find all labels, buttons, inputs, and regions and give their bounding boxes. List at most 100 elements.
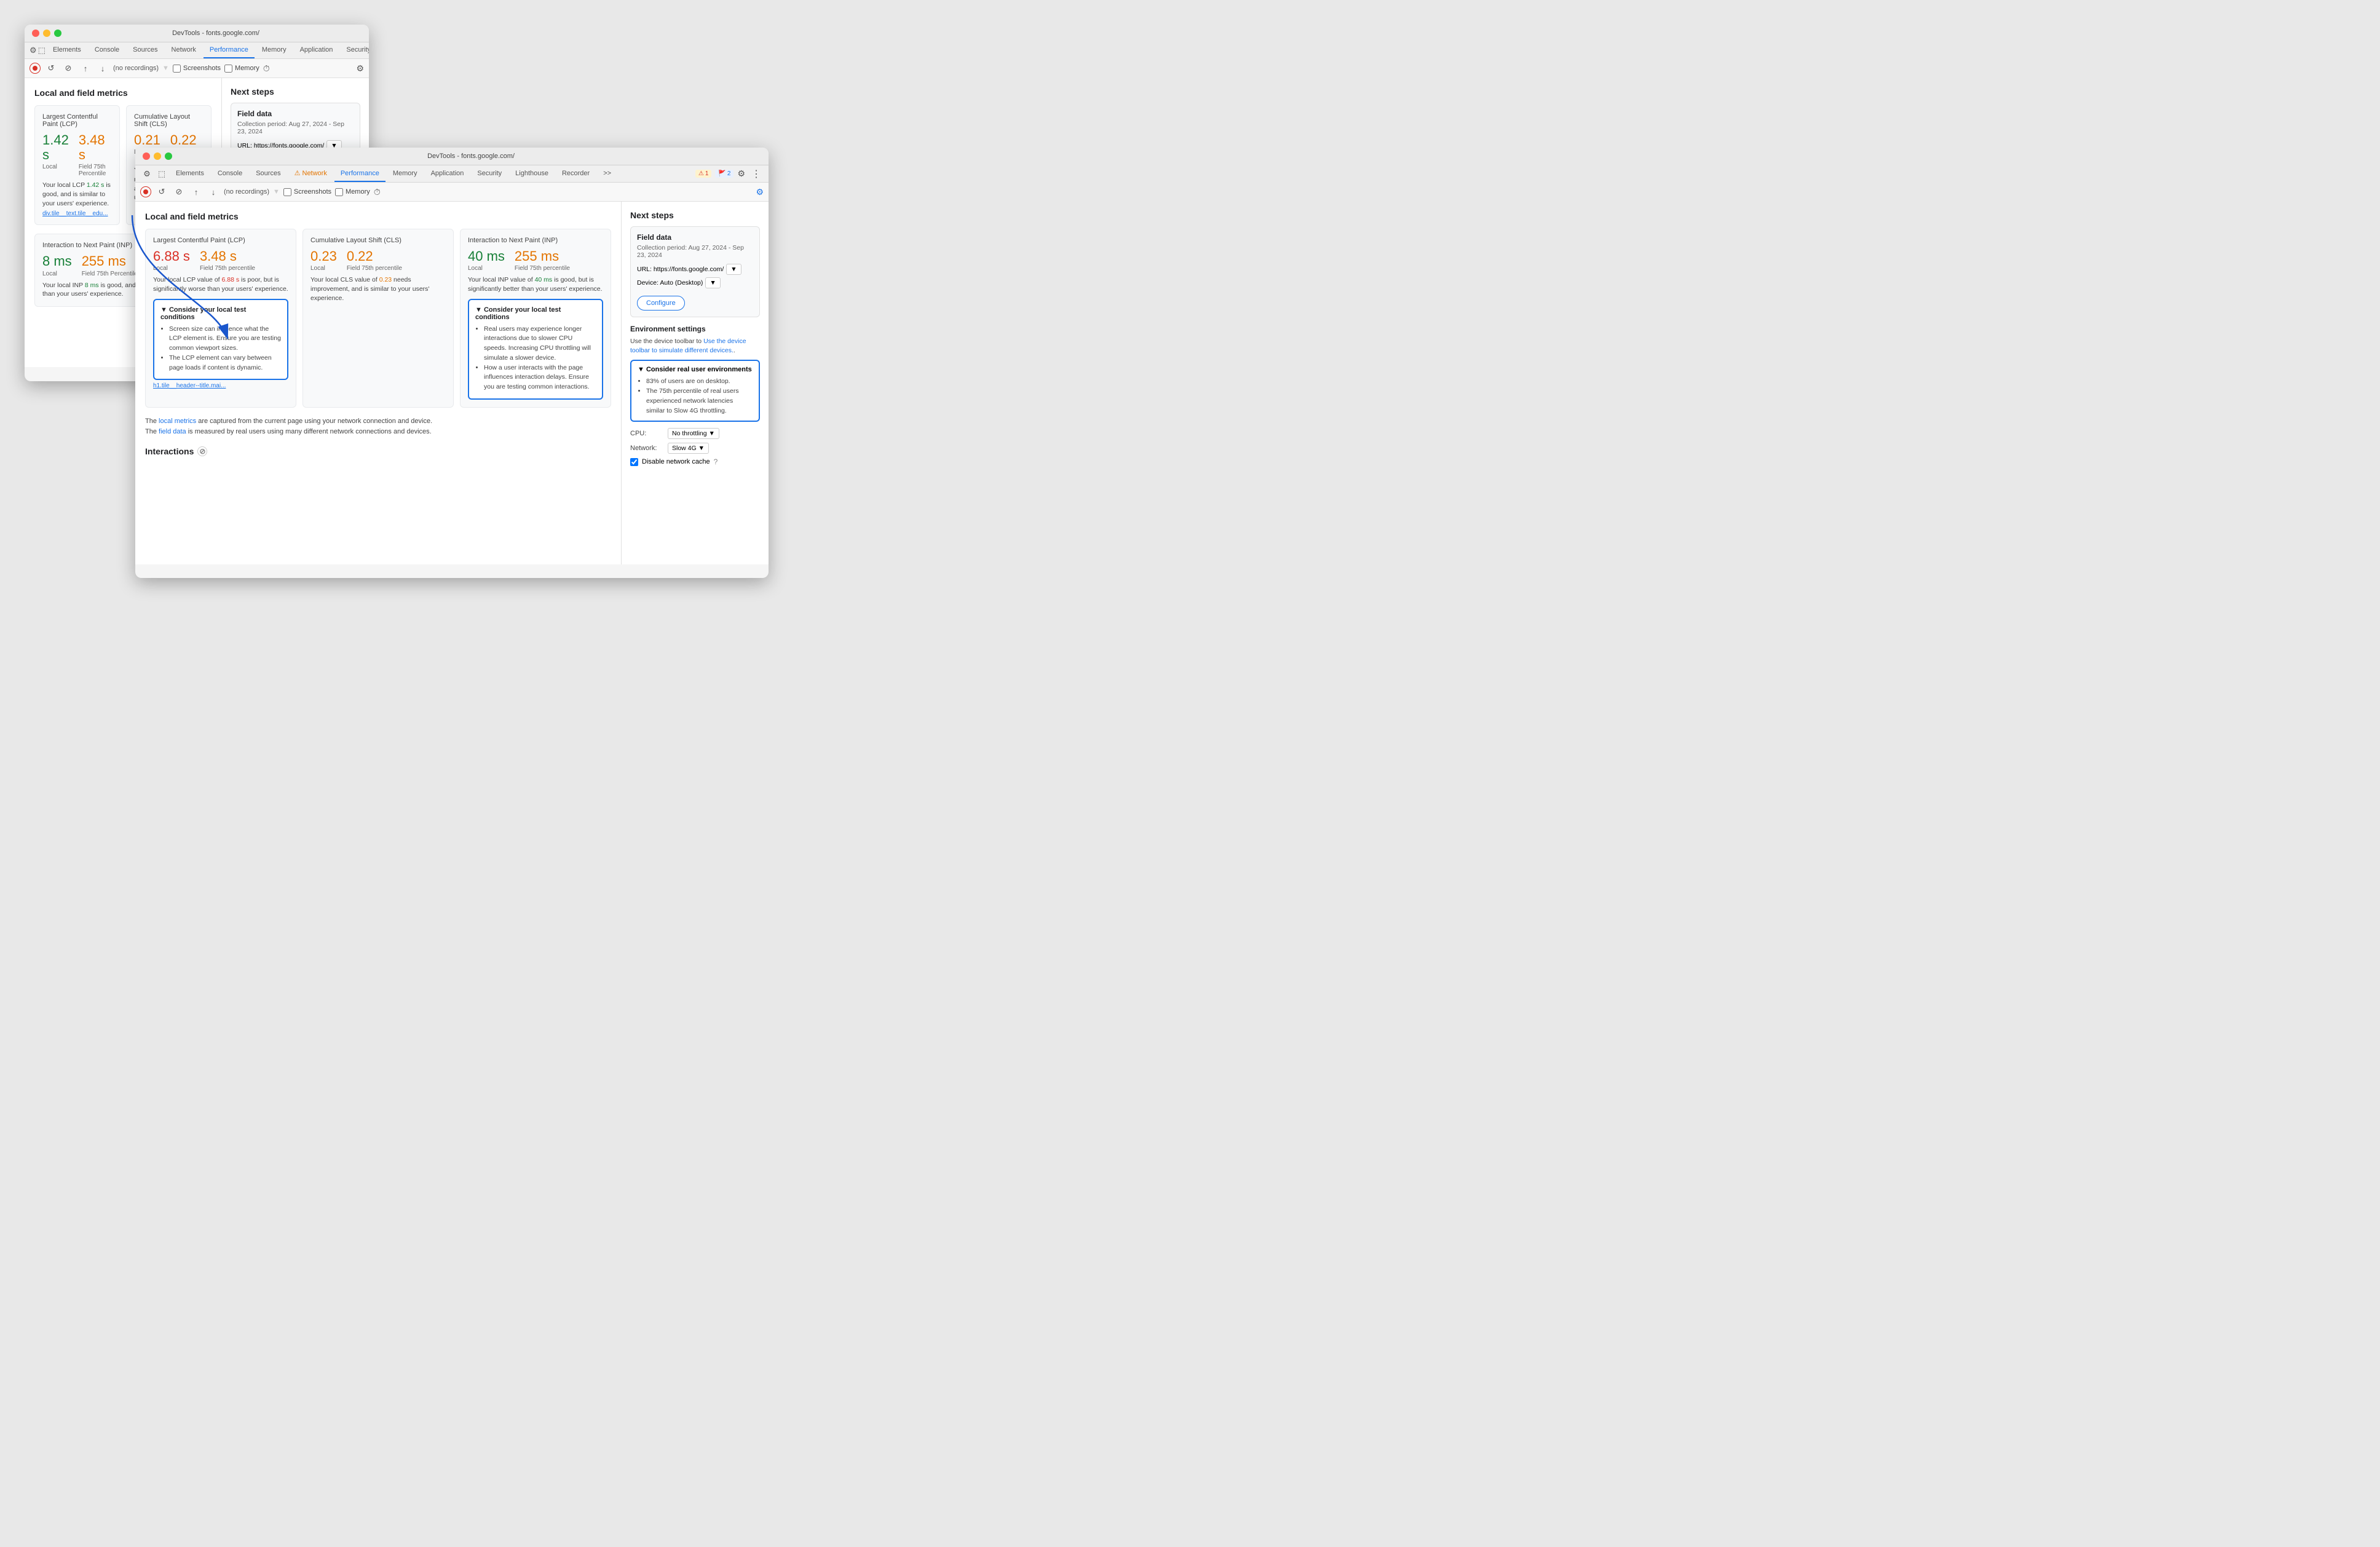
field-data-url-2: URL: https://fonts.google.com/ ▼ (637, 264, 753, 275)
info-badge-2: 🚩 2 (715, 170, 733, 178)
devtools-icon[interactable]: ⚙ (30, 44, 37, 57)
inspect-icon[interactable]: ⬚ (38, 44, 45, 57)
tab-more-2[interactable]: >> (597, 166, 617, 182)
minimize-button[interactable] (43, 30, 50, 37)
inp-condition-2: How a user interacts with the page influ… (484, 363, 596, 392)
inspect-icon-2[interactable]: ⬚ (155, 167, 168, 181)
simulate-devices-link[interactable]: Use the device toolbar to simulate diffe… (630, 338, 746, 354)
consider-real-title: ▼ Consider real user environments (638, 366, 753, 373)
lcp-desc-2: Your local LCP value of 6.88 s is poor, … (153, 275, 288, 293)
window-title-1: DevTools - fonts.google.com/ (70, 30, 362, 37)
field-data-period-1: Collection period: Aug 27, 2024 - Sep 23… (237, 121, 354, 135)
tab-lighthouse-2[interactable]: Lighthouse (509, 166, 555, 182)
tab-application-2[interactable]: Application (425, 166, 470, 182)
lcp-desc-1: Your local LCP 1.42 s is good, and is si… (42, 181, 112, 208)
tab-security-2[interactable]: Security (471, 166, 508, 182)
network-row: Network: Slow 4G ▼ (630, 443, 760, 454)
screenshots-checkbox-2[interactable]: Screenshots (283, 188, 331, 196)
tab-sources-2[interactable]: Sources (250, 166, 287, 182)
inp-conditions-title-2: ▼ Consider your local test conditions (475, 306, 596, 321)
no-recordings-1: (no recordings) (113, 65, 159, 72)
interactions-info-icon: ⊘ (197, 446, 207, 456)
tab-memory-1[interactable]: Memory (256, 42, 293, 58)
tab-elements-2[interactable]: Elements (170, 166, 210, 182)
clock-icon-2: ⏱ (374, 187, 381, 197)
traffic-lights-2 (143, 152, 172, 160)
lcp-field-label-2: Field 75th percentile (200, 265, 255, 272)
maximize-button[interactable] (54, 30, 61, 37)
inp-local-label-1: Local (42, 271, 72, 277)
local-metrics-link[interactable]: local metrics (159, 417, 196, 425)
cls-local-2: 0.23 Local (310, 249, 337, 272)
screenshots-checkbox-1[interactable]: Screenshots (173, 65, 221, 73)
download-button-1[interactable]: ↓ (96, 61, 109, 75)
tab-performance-2[interactable]: Performance (334, 166, 385, 182)
tab-recorder-2[interactable]: Recorder (556, 166, 596, 182)
cpu-label: CPU: (630, 430, 664, 437)
inp-title-2: Interaction to Next Paint (INP) (468, 237, 603, 244)
disable-cache-info-icon[interactable]: ? (714, 457, 718, 466)
tab-performance-1[interactable]: Performance (204, 42, 255, 58)
lcp-title-2: Largest Contentful Paint (LCP) (153, 237, 288, 244)
device-dropdown-2[interactable]: ▼ (705, 277, 720, 288)
tab-sources-1[interactable]: Sources (127, 42, 164, 58)
tab-console-2[interactable]: Console (212, 166, 248, 182)
close-button-2[interactable] (143, 152, 150, 160)
cls-field-val-2: 0.22 (347, 249, 402, 264)
consider-real-item-1: 83% of users are on desktop. (646, 377, 753, 387)
upload-button-1[interactable]: ↑ (79, 61, 92, 75)
field-data-device-2: Device: Auto (Desktop) ▼ (637, 277, 753, 288)
consider-real-item-2: The 75th percentile of real users experi… (646, 387, 753, 416)
cls-values-2: 0.23 Local 0.22 Field 75th percentile (310, 249, 446, 272)
section-title-2: Local and field metrics (145, 212, 611, 221)
inp-field-1: 255 ms Field 75th Percentile (82, 254, 138, 277)
field-data-link[interactable]: field data (159, 428, 186, 435)
tabs-bar-1: ⚙ ⬚ Elements Console Sources Network Per… (25, 42, 369, 59)
minimize-button-2[interactable] (154, 152, 161, 160)
download-button-2[interactable]: ↓ (207, 185, 220, 199)
main-content-2: Local and field metrics Largest Contentf… (135, 202, 769, 564)
devtools-icon-2[interactable]: ⚙ (140, 167, 154, 181)
more-menu-2[interactable]: ⋮ (749, 168, 764, 180)
tab-network-2[interactable]: ⚠ Network (288, 165, 333, 182)
network-dropdown[interactable]: Slow 4G ▼ (668, 443, 709, 454)
inp-local-val-1: 8 ms (42, 254, 72, 269)
record-button-1[interactable] (30, 63, 41, 74)
settings-icon-2[interactable]: ⚙ (737, 168, 745, 179)
inp-desc-2: Your local INP value of 40 ms is good, b… (468, 275, 603, 293)
inp-field-val-1: 255 ms (82, 254, 138, 269)
tab-application-1[interactable]: Application (294, 42, 339, 58)
tab-elements-1[interactable]: Elements (47, 42, 87, 58)
inp-local-2: 40 ms Local (468, 249, 505, 272)
settings-record-1[interactable]: ⚙ (356, 63, 364, 73)
tab-security-1[interactable]: Security (340, 42, 369, 58)
close-button[interactable] (32, 30, 39, 37)
disable-cache-checkbox[interactable] (630, 458, 638, 466)
url-dropdown-2[interactable]: ▼ (726, 264, 741, 275)
lcp-condition-2: The LCP element can vary between page lo… (169, 354, 281, 373)
clear-button-1[interactable]: ⊘ (61, 61, 75, 75)
cls-local-label-2: Local (310, 265, 337, 272)
tab-memory-2[interactable]: Memory (387, 166, 424, 182)
maximize-button-2[interactable] (165, 152, 172, 160)
lcp-local-val-2: 6.88 s (153, 249, 190, 264)
lcp-element-1[interactable]: div.tile__text.tile__edu... (42, 210, 112, 217)
footer-text-2: The local metrics are captured from the … (145, 416, 611, 438)
cpu-dropdown[interactable]: No throttling ▼ (668, 428, 719, 439)
reload-button-2[interactable]: ↺ (155, 185, 168, 199)
settings-record-2[interactable]: ⚙ (756, 187, 764, 197)
configure-button-2[interactable]: Configure (637, 296, 685, 311)
tabs-bar-2: ⚙ ⬚ Elements Console Sources ⚠ Network P… (135, 165, 769, 183)
lcp-conditions-title-2: ▼ Consider your local test conditions (160, 306, 281, 321)
memory-checkbox-1[interactable]: Memory (224, 65, 259, 73)
disable-cache-row[interactable]: Disable network cache ? (630, 457, 760, 466)
lcp-element-2[interactable]: h1.tile__header--title.mai... (153, 382, 288, 389)
upload-button-2[interactable]: ↑ (189, 185, 203, 199)
memory-checkbox-2[interactable]: Memory (335, 188, 370, 196)
tab-network-1[interactable]: Network (165, 42, 202, 58)
inp-field-label-2: Field 75th percentile (515, 265, 570, 272)
clear-button-2[interactable]: ⊘ (172, 185, 186, 199)
tab-console-1[interactable]: Console (89, 42, 125, 58)
reload-button-1[interactable]: ↺ (44, 61, 58, 75)
record-button-2[interactable] (140, 186, 151, 197)
